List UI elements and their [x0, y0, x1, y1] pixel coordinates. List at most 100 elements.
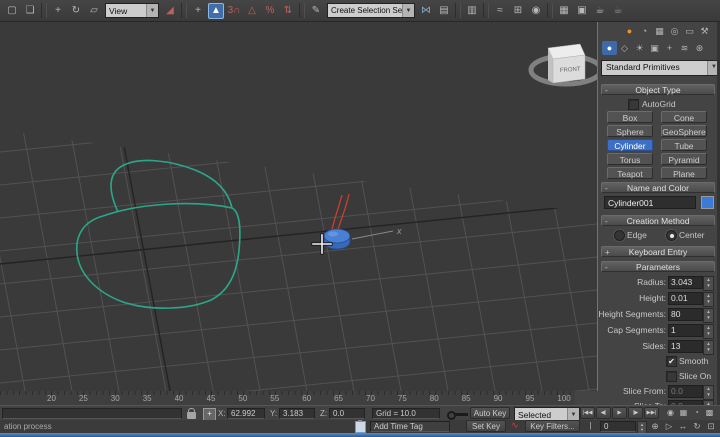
key-mode-toggle-icon[interactable]: ◉ — [664, 407, 677, 419]
sphere-button[interactable]: Sphere — [607, 125, 653, 137]
subtab-cameras[interactable]: ▣ — [647, 41, 662, 55]
select-place-icon[interactable]: + — [190, 3, 206, 19]
tab-utilities[interactable]: ⚒ — [697, 24, 712, 38]
select-manipulate-icon[interactable]: ▲ — [208, 3, 224, 19]
angle-snap-icon[interactable]: △ — [244, 3, 260, 19]
pivot-center-icon[interactable]: ◢ — [162, 3, 178, 19]
object-name-field[interactable]: Cylinder001 — [604, 196, 696, 209]
torus-button[interactable]: Torus — [607, 153, 653, 165]
snaps-toggle-3d-icon[interactable]: 3∩ — [226, 3, 242, 19]
geosphere-button[interactable]: GeoSphere — [661, 125, 707, 137]
selection-lock-icon[interactable] — [187, 412, 196, 419]
keyable-icons-icon[interactable]: ◔ — [690, 407, 703, 419]
go-to-start-icon[interactable]: |◀◀ — [584, 420, 597, 432]
zoom-icon[interactable]: ⊕ — [648, 420, 662, 432]
mirror-icon[interactable]: ⋈ — [418, 3, 434, 19]
tube-button[interactable]: Tube — [661, 139, 707, 151]
rollout-name-color[interactable]: - Name and Color — [601, 182, 715, 193]
rollout-keyboard-entry[interactable]: + Keyboard Entry — [601, 246, 715, 257]
tab-create[interactable]: ● — [622, 24, 637, 38]
layer-manager-icon[interactable]: ▥ — [464, 3, 480, 19]
category-dropdown[interactable]: Standard Primitives ▼ — [601, 60, 720, 76]
tab-display[interactable]: ▭ — [682, 24, 697, 38]
slice-from-spinner[interactable]: ▲▼ — [703, 385, 714, 400]
percent-snap-icon[interactable]: % — [262, 3, 278, 19]
default-tangents-icon[interactable]: ∿ — [511, 420, 519, 431]
tab-motion[interactable]: ◎ — [667, 24, 682, 38]
key-filters-button[interactable]: Key Filters... — [525, 420, 580, 432]
edit-named-selections-icon[interactable]: ✎ — [308, 3, 324, 19]
subtab-systems[interactable]: ⊛ — [692, 41, 707, 55]
time-tag-icon[interactable] — [355, 421, 366, 433]
autogrid-checkbox[interactable] — [628, 99, 639, 110]
viewcube[interactable]: FRONT — [531, 44, 597, 84]
sides-field[interactable]: 13 — [668, 340, 703, 353]
rollout-object-type[interactable]: - Object Type — [601, 84, 715, 95]
subtab-lights[interactable]: ☀ — [632, 41, 647, 55]
sides-spinner[interactable]: ▲▼ — [703, 340, 714, 355]
orbit-icon[interactable]: ↻ — [690, 420, 704, 432]
height-segments-field[interactable]: 80 — [668, 308, 703, 321]
select-rotate-icon[interactable]: ↻ — [68, 3, 84, 19]
set-keys-icon[interactable] — [447, 411, 469, 418]
plane-button[interactable]: Plane — [661, 167, 707, 179]
zoom-region-icon[interactable]: ⊡ — [704, 420, 718, 432]
x-coord-field[interactable]: 62.992 — [227, 408, 265, 419]
slice-on-checkbox[interactable] — [666, 371, 677, 382]
subtab-geometry[interactable]: ● — [602, 41, 617, 55]
current-frame-field[interactable]: 0 — [600, 421, 636, 432]
render-setup-icon[interactable]: ▦ — [556, 3, 572, 19]
cap-segments-spinner[interactable]: ▲▼ — [703, 324, 714, 339]
slice-from-field[interactable]: 0.0 — [668, 385, 703, 398]
material-editor-icon[interactable]: ◉ — [528, 3, 544, 19]
render-iterative-icon[interactable]: ☕ — [610, 3, 626, 19]
cap-segments-field[interactable]: 1 — [668, 324, 703, 337]
named-selection-dropdown[interactable]: Create Selection Se▼ — [327, 3, 415, 18]
go-to-start-button[interactable]: |◀◀ — [580, 407, 595, 419]
y-coord-field[interactable]: 3.183 — [279, 408, 315, 419]
set-key-button[interactable]: Set Key — [466, 420, 506, 432]
track-bar[interactable]: 20253035404550556065707580859095100 — [0, 391, 598, 406]
schematic-view-icon[interactable]: ⊞ — [510, 3, 526, 19]
select-move-icon[interactable]: + — [50, 3, 66, 19]
object-color-swatch[interactable] — [701, 196, 714, 209]
render-production-icon[interactable]: ☕ — [592, 3, 608, 19]
height-field[interactable]: 0.01 — [668, 292, 703, 305]
reference-coordinate-dropdown[interactable]: View▼ — [105, 3, 159, 18]
next-frame-button[interactable]: |▶ — [628, 407, 643, 419]
pan-icon[interactable]: ↔ — [676, 420, 690, 432]
edge-radio[interactable] — [614, 230, 625, 241]
pyramid-button[interactable]: Pyramid — [661, 153, 707, 165]
cone-button[interactable]: Cone — [661, 111, 707, 123]
perspective-viewport[interactable]: x — [0, 22, 598, 392]
tab-hierarchy[interactable]: ▦ — [652, 24, 667, 38]
go-to-end-button[interactable]: ▶▶| — [644, 407, 659, 419]
height-spinner[interactable]: ▲▼ — [703, 292, 714, 307]
add-time-tag-field[interactable]: Add Time Tag — [370, 421, 450, 432]
radius-field[interactable]: 3.043 — [668, 276, 703, 289]
subtab-shapes[interactable]: ◇ — [617, 41, 632, 55]
play-button[interactable]: ▶ — [612, 407, 627, 419]
teapot-button[interactable]: Teapot — [607, 167, 653, 179]
height-segments-spinner[interactable]: ▲▼ — [703, 308, 714, 323]
select-scale-icon[interactable]: ▱ — [86, 3, 102, 19]
box-button[interactable]: Box — [607, 111, 653, 123]
zoom-all-icon[interactable]: ▷ — [662, 420, 676, 432]
previous-frame-button[interactable]: ◀| — [596, 407, 611, 419]
cylinder-button[interactable]: Cylinder — [607, 139, 653, 151]
radius-spinner[interactable]: ▲▼ — [703, 276, 714, 291]
smooth-checkbox[interactable]: ✔ — [666, 356, 677, 367]
spinner-snap-icon[interactable]: ⇅ — [280, 3, 296, 19]
subtab-spacewarps[interactable]: ≋ — [677, 41, 692, 55]
center-radio[interactable] — [666, 230, 677, 241]
align-icon[interactable]: ▤ — [436, 3, 452, 19]
spline-shape[interactable] — [77, 160, 240, 308]
curve-editor-icon[interactable]: ≈ — [492, 3, 508, 19]
rollout-creation-method[interactable]: - Creation Method — [601, 215, 715, 226]
mini-curve-editor-icon[interactable]: ▩ — [703, 407, 716, 419]
tab-modify[interactable]: ◔ — [637, 24, 652, 38]
time-configuration-icon[interactable]: ▦ — [677, 407, 690, 419]
rollout-parameters[interactable]: - Parameters — [601, 261, 715, 272]
cylinder-object[interactable] — [324, 229, 350, 249]
auto-key-button[interactable]: Auto Key — [470, 407, 510, 419]
